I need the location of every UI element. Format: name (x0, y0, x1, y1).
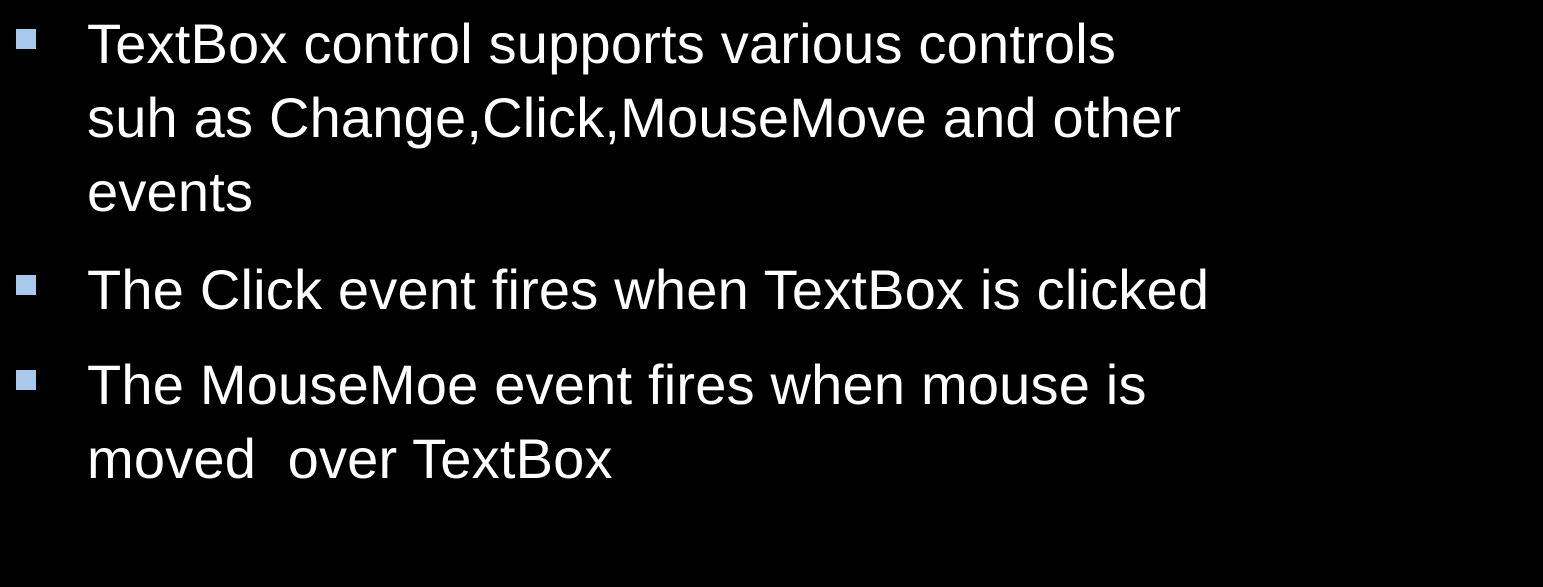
bullet-item: TextBox control supports various control… (0, 7, 1543, 229)
square-bullet-icon (16, 275, 36, 295)
square-bullet-icon (16, 29, 36, 49)
bullet-text-line: suh as Change,Click,MouseMove and other (87, 86, 1182, 149)
bullet-text-line: The Click event fires when TextBox is cl… (87, 258, 1210, 321)
bullet-item: The Click event fires when TextBox is cl… (0, 253, 1543, 327)
bullet-text-line: moved over TextBox (87, 427, 613, 490)
bullet-text-line: The MouseMoe event fires when mouse is (87, 353, 1147, 416)
bullet-text-line: TextBox control supports various control… (87, 12, 1117, 75)
bullet-list: TextBox control supports various control… (0, 0, 1543, 496)
bullet-text-line: events (87, 160, 254, 223)
bullet-item: The MouseMoe event fires when mouse is m… (0, 348, 1543, 496)
square-bullet-icon (16, 370, 36, 390)
slide: TextBox control supports various control… (0, 0, 1543, 587)
